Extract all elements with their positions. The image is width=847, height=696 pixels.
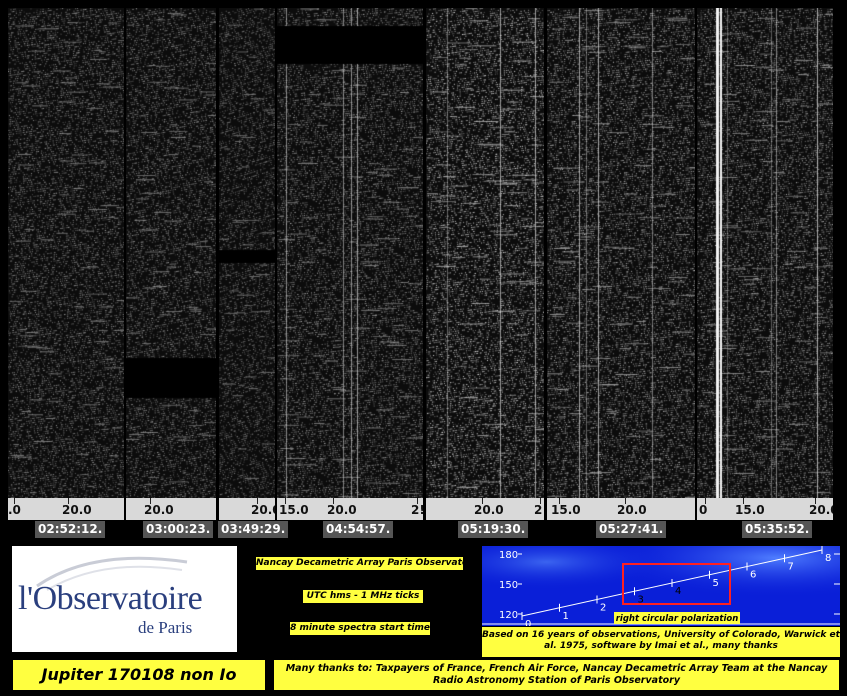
spectrogram-panel-5 — [426, 8, 544, 498]
track-label: 6 — [750, 570, 756, 581]
track-label: 5 — [713, 578, 719, 589]
frequency-tick-label: 15.0 — [279, 503, 309, 517]
spectrogram-panel-3 — [219, 8, 275, 498]
start-time-label: 05:27:41. — [596, 521, 667, 538]
spectra-label: 8 minute spectra start time — [290, 622, 430, 635]
spectrogram-canvas — [219, 8, 275, 498]
credits-text: Based on 16 years of observations, Unive… — [482, 627, 840, 657]
y-tick-label: 120 — [499, 610, 518, 621]
y-tick-label: 150 — [499, 580, 518, 591]
spectrogram-canvas — [426, 8, 544, 498]
frequency-axis-3: 20.0 — [219, 498, 275, 520]
frequency-tick-label: 20.0 — [251, 503, 275, 517]
spectrogram-panel-7 — [697, 8, 833, 498]
start-time-label: 02:52:12. — [35, 521, 106, 538]
spectrogram-canvas — [126, 8, 216, 498]
frequency-tick-label: 2! — [534, 503, 544, 517]
frequency-tick-label: 20.0 — [809, 503, 833, 517]
frequency-tick-label: 20.0 — [617, 503, 647, 517]
thanks-text: Many thanks to: Taxpayers of France, Fre… — [274, 660, 839, 690]
frequency-axis-7: 0 15.0 20.0 — [697, 498, 833, 520]
spectrogram-panel-6 — [547, 8, 695, 498]
frequency-tick-label: 20.0 — [144, 503, 174, 517]
track-label: 8 — [825, 553, 831, 564]
spectrogram-panel-2 — [126, 8, 216, 498]
spectrogram-canvas — [697, 8, 833, 498]
polarization-label: right circular polarization — [616, 614, 739, 624]
observatory-name: l'Observatoire — [18, 580, 203, 617]
track-label: 1 — [563, 611, 569, 622]
frequency-tick-label: 15.0 — [551, 503, 581, 517]
frequency-tick-label: 20.0 — [327, 503, 357, 517]
frequency-tick-label: 0 — [699, 503, 708, 517]
track-label: 7 — [788, 561, 794, 572]
track-label: 2 — [600, 603, 606, 614]
io-phase-map: 180 150 120 012345678 right circular polar… — [482, 546, 840, 626]
spectrogram-panel-4 — [277, 8, 423, 498]
frequency-tick-label: 15.0 — [735, 503, 765, 517]
frequency-tick-label: 2! — [411, 503, 423, 517]
io-phase-plot: 180150120 012345678 right circular polar… — [482, 546, 840, 626]
track-label: 4 — [675, 586, 681, 597]
frequency-axis-5: 20.0 2! — [426, 498, 544, 520]
start-time-label: 03:00:23. — [143, 521, 214, 538]
array-label: Nancay Decametric Array Paris Observator… — [256, 557, 479, 570]
frequency-axis-4: 15.0 20.0 2! — [277, 498, 423, 520]
frequency-axis-6: 15.0 20.0 — [547, 498, 695, 520]
start-time-label: 04:54:57. — [323, 521, 394, 538]
track-label: 0 — [525, 619, 531, 626]
frequency-tick-label: 20.0 — [474, 503, 504, 517]
start-time-label: 03:49:29. — [218, 521, 289, 538]
frequency-axis-1: .0 20.0 — [8, 498, 124, 520]
spectrogram-canvas — [8, 8, 124, 498]
utc-label: UTC hms - 1 MHz ticks — [303, 590, 423, 603]
plot-title: Jupiter 170108 non Io — [13, 660, 265, 690]
start-time-label: 05:35:52. — [742, 521, 813, 538]
frequency-tick-label: 20.0 — [62, 503, 92, 517]
spectrogram-canvas — [277, 8, 423, 498]
start-time-label: 05:19:30. — [458, 521, 529, 538]
observatory-subname: de Paris — [138, 618, 193, 637]
observatory-logo: l'Observatoire de Paris — [12, 546, 237, 652]
frequency-axis-2: 20.0 — [126, 498, 216, 520]
spectrogram-canvas — [547, 8, 695, 498]
spectrogram-panel-1 — [8, 8, 124, 498]
frequency-tick-label: .0 — [8, 503, 21, 517]
y-tick-label: 180 — [499, 550, 518, 561]
